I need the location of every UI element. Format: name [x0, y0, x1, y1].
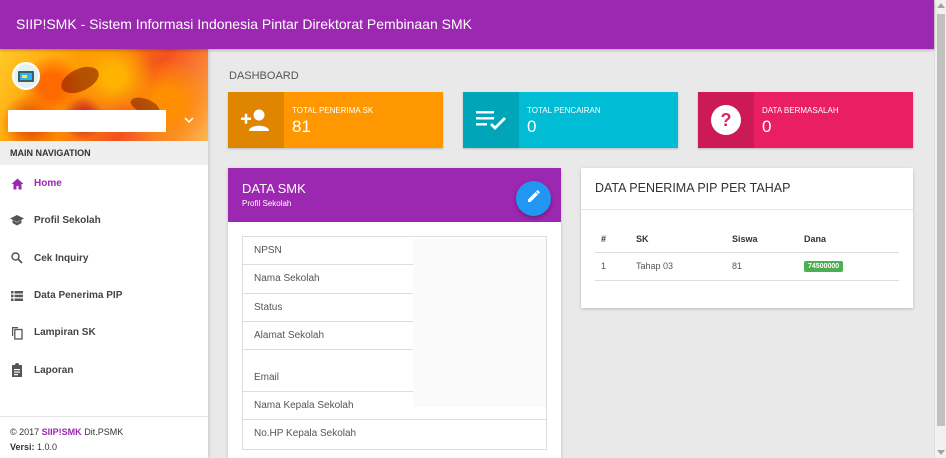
table-header-row: # SK Siswa Dana: [595, 226, 899, 253]
info-box-data-bermasalah: ? DATA BERMASALAH 0: [698, 92, 913, 148]
sidebar-item-label: Home: [34, 178, 62, 190]
card-title: DATA SMK: [242, 181, 306, 196]
column-header: Siswa: [726, 226, 798, 253]
column-header: Dana: [798, 226, 899, 253]
scroll-thumb[interactable]: [937, 14, 945, 426]
redacted-values: [413, 239, 546, 407]
school-icon: [10, 214, 24, 228]
footer-brand-link[interactable]: SIIP!SMK: [42, 427, 82, 437]
sidebar-item-cek-inquiry[interactable]: Cek Inquiry: [0, 240, 208, 277]
info-box-label: TOTAL PENERIMA SK: [292, 106, 374, 115]
sidebar-item-lampiran-sk[interactable]: Lampiran SK: [0, 314, 208, 351]
page-scrollbar[interactable]: [934, 0, 946, 458]
avatar: [12, 62, 40, 90]
chevron-down-icon[interactable]: [184, 111, 194, 127]
user-name: [8, 110, 166, 132]
sidebar-item-laporan[interactable]: Laporan: [0, 351, 208, 388]
sidebar-item-data-penerima-pip[interactable]: Data Penerima PIP: [0, 277, 208, 314]
pip-card: DATA PENERIMA PIP PER TAHAP # SK Siswa D…: [581, 168, 913, 308]
app-title: SIIP!SMK - Sistem Informasi Indonesia Pi…: [16, 16, 472, 32]
cell-dana: 74500000: [798, 252, 899, 281]
version-info: Versi: 1.0.0: [10, 442, 58, 452]
monitor-icon: [18, 70, 34, 82]
info-box-total-pencairan: TOTAL PENCAIRAN 0: [463, 92, 678, 148]
dana-badge: 74500000: [804, 261, 844, 272]
cell-sk: Tahap 03: [630, 252, 726, 281]
card-subtitle: Profil Sekolah: [242, 199, 292, 208]
scroll-up-icon[interactable]: [937, 3, 945, 8]
info-box-value: 81: [292, 117, 311, 136]
cell-no: 1: [595, 252, 630, 281]
copyright: © 2017 SIIP!SMK Dit.PSMK: [10, 427, 124, 437]
sidebar-item-label: Profil Sekolah: [34, 215, 101, 227]
pip-table: # SK Siswa Dana 1 Tahap 03 81 74500000: [595, 226, 899, 281]
sidebar-item-label: Laporan: [34, 364, 74, 376]
column-header: SK: [630, 226, 726, 253]
sidebar-item-label: Data Penerima PIP: [34, 290, 123, 302]
pencil-icon: [527, 189, 541, 208]
sidebar-item-home[interactable]: Home: [0, 165, 208, 202]
home-icon: [10, 177, 24, 191]
search-icon: [10, 251, 24, 265]
column-header: #: [595, 226, 630, 253]
school-profile-table: NPSN Nama Sekolah Status Alamat Sekolah …: [242, 236, 547, 450]
list-icon: [10, 289, 24, 303]
scroll-down-icon[interactable]: [937, 450, 945, 455]
sidebar-footer: © 2017 SIIP!SMK Dit.PSMK Versi: 1.0.0: [0, 416, 208, 458]
sidebar-item-label: Lampiran SK: [34, 327, 96, 339]
info-box-label: TOTAL PENCAIRAN: [527, 106, 601, 115]
user-banner: [0, 49, 208, 141]
svg-text:?: ?: [721, 110, 732, 130]
sidebar-item-label: Cek Inquiry: [34, 252, 89, 264]
clipboard-icon: [10, 363, 24, 378]
info-box-label: DATA BERMASALAH: [762, 106, 839, 115]
nav-header: MAIN NAVIGATION: [0, 141, 208, 165]
app-header: SIIP!SMK - Sistem Informasi Indonesia Pi…: [0, 0, 934, 49]
data-smk-card: DATA SMK Profil Sekolah NPSN Nama Sekola…: [228, 168, 561, 458]
pip-card-title: DATA PENERIMA PIP PER TAHAP: [581, 168, 913, 210]
info-box-value: 0: [527, 117, 537, 136]
info-box-value: 0: [762, 117, 772, 136]
sidebar: MAIN NAVIGATION Home Profil Sekolah Cek …: [0, 49, 208, 458]
edit-button[interactable]: [516, 181, 551, 216]
data-smk-header: DATA SMK Profil Sekolah: [228, 168, 561, 222]
page-title: DASHBOARD: [229, 70, 299, 82]
help-icon: ?: [698, 92, 754, 148]
copy-icon: [10, 326, 24, 340]
playlist-check-icon: [463, 92, 519, 148]
sidebar-item-profil-sekolah[interactable]: Profil Sekolah: [0, 202, 208, 239]
field-nohp-kepala-sekolah: No.HP Kepala Sekolah: [254, 428, 357, 440]
info-box-total-penerima: TOTAL PENERIMA SK 81: [228, 92, 443, 148]
cell-siswa: 81: [726, 252, 798, 281]
nav-list: Home Profil Sekolah Cek Inquiry Data Pen…: [0, 165, 208, 389]
person-add-icon: [228, 92, 284, 148]
table-row: 1 Tahap 03 81 74500000: [595, 252, 899, 281]
